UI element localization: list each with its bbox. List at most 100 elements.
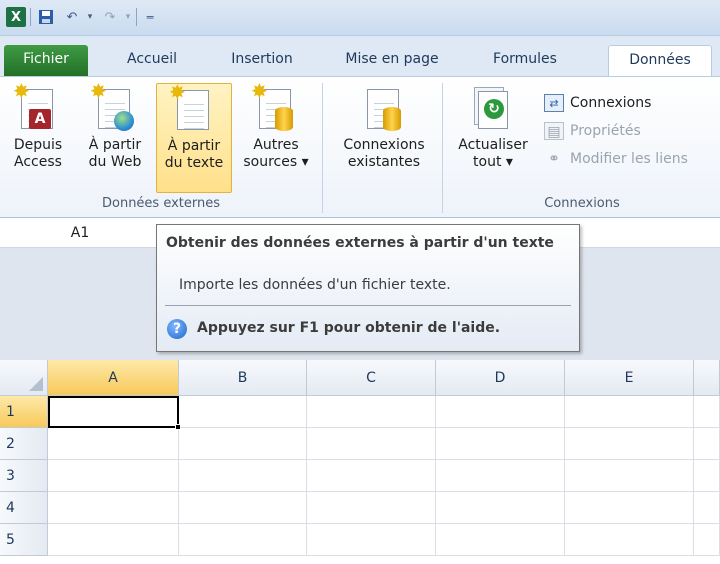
row-header-1[interactable]: 1: [0, 396, 48, 428]
tab-accueil[interactable]: Accueil: [112, 45, 192, 76]
row-header-4[interactable]: 4: [0, 492, 48, 524]
cell[interactable]: [48, 492, 179, 524]
from-text-button[interactable]: ✸ À partir du texte: [156, 82, 232, 193]
cell[interactable]: [48, 428, 179, 460]
cell[interactable]: [565, 428, 694, 460]
button-label: Access: [14, 154, 62, 170]
tooltip-title: Obtenir des données externes à partir d'…: [166, 235, 554, 251]
undo-dropdown-icon[interactable]: ▾: [80, 7, 100, 27]
row-header-3[interactable]: 3: [0, 460, 48, 492]
select-all-corner[interactable]: [0, 360, 48, 396]
row-header-5[interactable]: 5: [0, 524, 48, 556]
cell[interactable]: [48, 524, 179, 556]
tooltip: Obtenir des données externes à partir d'…: [156, 224, 580, 352]
button-label: du Web: [88, 154, 142, 170]
cell[interactable]: [307, 460, 436, 492]
cell[interactable]: [436, 396, 565, 428]
connections-icon: ⇄: [544, 94, 564, 112]
other-sources-button[interactable]: ✸ Autres sources ▾: [236, 81, 316, 193]
cell[interactable]: [694, 460, 720, 492]
tooltip-description: Importe les données d'un fichier texte.: [179, 277, 451, 293]
tab-insertion[interactable]: Insertion: [216, 45, 308, 76]
button-label: Propriétés: [570, 123, 641, 139]
web-file-icon: ✸: [90, 81, 136, 135]
group-separator: [442, 83, 443, 213]
row-header-2[interactable]: 2: [0, 428, 48, 460]
cell[interactable]: [307, 492, 436, 524]
properties-button[interactable]: ▤ Propriétés: [544, 119, 641, 143]
properties-icon: ▤: [544, 122, 564, 140]
redo-icon[interactable]: ↷: [100, 7, 120, 27]
button-label: tout ▾: [473, 154, 513, 170]
group-label-connections: Connexions: [544, 196, 620, 211]
cell[interactable]: [436, 492, 565, 524]
refresh-icon: ↻: [472, 87, 514, 135]
qat-separator: [136, 8, 137, 26]
tab-file[interactable]: Fichier: [4, 45, 88, 76]
column-header-a[interactable]: A: [48, 360, 179, 396]
fill-handle[interactable]: [175, 424, 181, 430]
save-icon[interactable]: [36, 7, 56, 27]
text-file-icon: ✸: [169, 82, 215, 136]
cell[interactable]: [179, 492, 307, 524]
button-label: Modifier les liens: [570, 151, 688, 167]
button-label: Connexions: [570, 95, 652, 111]
from-web-button[interactable]: ✸ À partir du Web: [76, 81, 154, 193]
cell[interactable]: [565, 492, 694, 524]
button-label: existantes: [347, 154, 421, 170]
tab-mise-en-page[interactable]: Mise en page: [330, 45, 454, 76]
column-header-b[interactable]: B: [179, 360, 307, 396]
redo-dropdown-icon[interactable]: ▾: [118, 7, 138, 27]
cell[interactable]: [307, 524, 436, 556]
column-header-e[interactable]: E: [565, 360, 694, 396]
spreadsheet-grid: A B C D E 1 2 3 4 5: [0, 360, 720, 564]
excel-icon[interactable]: X: [6, 7, 26, 27]
cell[interactable]: [179, 524, 307, 556]
cell[interactable]: [694, 396, 720, 428]
connections-button[interactable]: ⇄ Connexions: [544, 91, 651, 115]
column-header-d[interactable]: D: [436, 360, 565, 396]
qat-separator: [30, 8, 31, 26]
refresh-all-button[interactable]: ↻ Actualiser tout ▾: [448, 83, 538, 193]
cell[interactable]: [694, 492, 720, 524]
cell[interactable]: [436, 428, 565, 460]
cell[interactable]: [565, 396, 694, 428]
ribbon-tabs: Fichier Accueil Insertion Mise en page F…: [0, 36, 720, 76]
cell[interactable]: [436, 460, 565, 492]
help-icon: ?: [167, 319, 187, 339]
cell[interactable]: [436, 524, 565, 556]
group-separator: [322, 83, 323, 213]
customize-icon[interactable]: ═: [140, 7, 160, 27]
cell[interactable]: [307, 428, 436, 460]
cell[interactable]: [48, 460, 179, 492]
from-access-button[interactable]: ✸ A Depuis Access: [2, 81, 74, 193]
undo-icon[interactable]: ↶: [62, 7, 82, 27]
button-label: Actualiser: [458, 137, 528, 153]
name-box[interactable]: A1: [0, 218, 160, 248]
cell[interactable]: [179, 460, 307, 492]
button-label: À partir: [167, 138, 221, 154]
tab-formules[interactable]: Formules: [470, 45, 580, 76]
tab-donnees[interactable]: Données: [608, 45, 712, 76]
edit-links-button[interactable]: ⚭ Modifier les liens: [544, 147, 688, 171]
existing-connections-button[interactable]: Connexions existantes: [330, 83, 438, 193]
ribbon: ✸ A Depuis Access ✸ À partir du Web ✸ À p…: [0, 76, 720, 218]
database-file-icon: ✸: [251, 81, 297, 135]
cell[interactable]: [307, 396, 436, 428]
cell[interactable]: [565, 524, 694, 556]
cell[interactable]: [565, 460, 694, 492]
cell[interactable]: [694, 524, 720, 556]
column-header-partial[interactable]: [694, 360, 720, 396]
existing-connections-icon: [363, 87, 405, 135]
button-label: Depuis: [13, 137, 63, 153]
tooltip-divider: [165, 305, 571, 306]
column-header-c[interactable]: C: [307, 360, 436, 396]
cell[interactable]: [179, 428, 307, 460]
button-label: du texte: [164, 155, 224, 171]
cell[interactable]: [179, 396, 307, 428]
button-label: sources ▾: [243, 154, 309, 170]
button-label: À partir: [88, 137, 142, 153]
button-label: Autres: [253, 137, 299, 153]
active-cell-a1[interactable]: [48, 396, 179, 428]
cell[interactable]: [694, 428, 720, 460]
